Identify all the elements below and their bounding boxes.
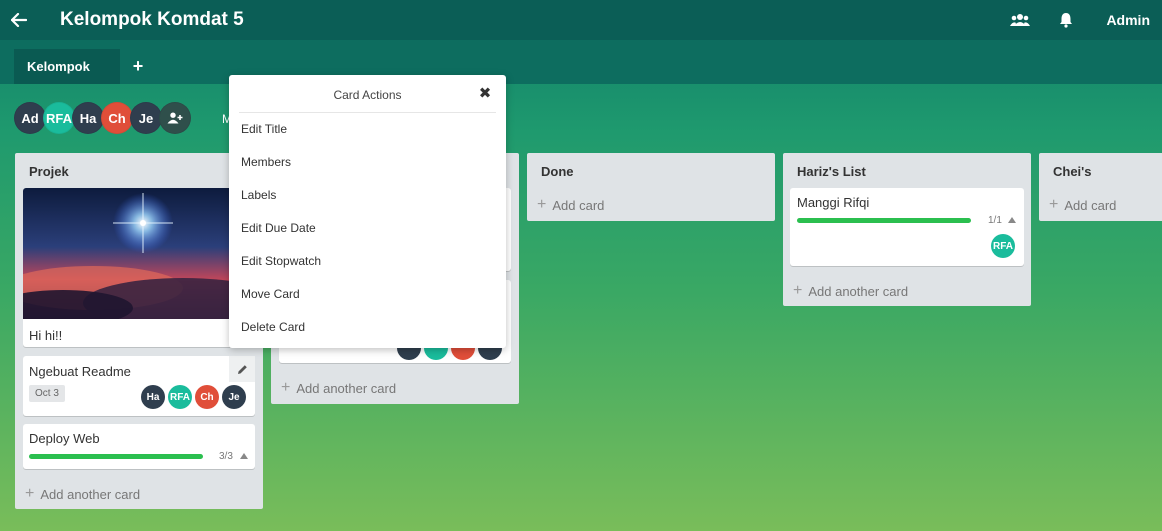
menu-edit-stopwatch[interactable]: Edit Stopwatch [229, 247, 506, 275]
add-card-label: Add another card [40, 486, 141, 502]
card-title: Deploy Web [29, 431, 100, 446]
member-avatar[interactable]: Ch [101, 102, 133, 134]
add-member-button[interactable] [159, 102, 191, 134]
list-chei: Chei's + Add card [1039, 153, 1162, 221]
list-title[interactable]: Projek [15, 153, 263, 187]
card-ngebuat-readme[interactable]: Ngebuat Readme Oct 3 Ha RFA Ch Je [23, 356, 255, 416]
board-members: Ad RFA Ha Ch Je [14, 102, 191, 134]
tab-bar: Kelompok + [0, 40, 1162, 84]
list-title[interactable]: Done [527, 153, 775, 187]
user-menu[interactable]: Admin [1106, 12, 1150, 28]
plus-icon: + [793, 282, 803, 299]
top-right-actions: Admin [1006, 0, 1150, 40]
add-card-button[interactable]: + Add another card [25, 485, 140, 503]
close-popup-button[interactable]: ✖ [476, 84, 494, 102]
due-date-badge: Oct 3 [29, 385, 65, 402]
plus-icon: + [1049, 196, 1059, 213]
card-title: Hi hi!! [29, 328, 63, 343]
card-member-avatar: RFA [991, 234, 1015, 258]
caret-up-icon[interactable] [240, 453, 248, 459]
add-card-label: Add another card [296, 380, 397, 396]
bell-icon [1060, 13, 1073, 28]
top-bar: Kelompok Komdat 5 Admin [0, 0, 1162, 40]
popup-divider [239, 112, 496, 113]
card-title: Ngebuat Readme [29, 364, 131, 379]
add-member-icon [167, 112, 183, 124]
add-card-button[interactable]: + Add card [537, 196, 604, 214]
checklist-count: 3/3 [219, 451, 233, 462]
pencil-icon [237, 364, 247, 374]
add-tab-button[interactable]: + [128, 56, 148, 77]
card-hi-hi[interactable]: Hi hi!! [23, 188, 255, 347]
plus-icon: + [537, 196, 547, 213]
menu-edit-due-date[interactable]: Edit Due Date [229, 214, 506, 242]
menu-members[interactable]: Members [229, 148, 506, 176]
popup-title: Card Actions [333, 88, 402, 102]
menu-edit-title[interactable]: Edit Title [229, 115, 506, 143]
card-member-avatar: Ha [141, 385, 165, 409]
add-card-button[interactable]: + Add card [1049, 196, 1116, 214]
checklist-progress-bar [29, 454, 203, 459]
list-projek: Projek Hi hi!! Ngebuat Readme Oct 3 Ha R… [15, 153, 263, 509]
back-button[interactable] [0, 3, 38, 37]
caret-up-icon[interactable] [1008, 217, 1016, 223]
close-icon: ✖ [478, 85, 492, 102]
card-manggi-rifqi[interactable]: Manggi Rifqi 1/1 RFA [790, 188, 1024, 266]
menu-labels[interactable]: Labels [229, 181, 506, 209]
card-title: Manggi Rifqi [797, 195, 870, 210]
notification-button[interactable] [1052, 6, 1080, 34]
card-member-avatar: Ch [195, 385, 219, 409]
tab-kelompok[interactable]: Kelompok [14, 49, 120, 84]
checklist-progress-bar [797, 218, 971, 223]
list-done: Done + Add card [527, 153, 775, 221]
board-title: Kelompok Komdat 5 [60, 9, 244, 30]
card-deploy-web[interactable]: Deploy Web 3/3 [23, 424, 255, 469]
list-title[interactable]: Chei's [1039, 153, 1162, 187]
card-member-avatar: RFA [168, 385, 192, 409]
card-member-avatar: Je [222, 385, 246, 409]
card-cover-image [23, 188, 255, 319]
card-actions-popup: Card Actions ✖ Edit Title Members Labels… [229, 75, 506, 348]
plus-icon: + [281, 379, 291, 396]
list-hariz: Hariz's List Manggi Rifqi 1/1 RFA + Add … [783, 153, 1031, 306]
member-avatar[interactable]: Je [130, 102, 162, 134]
menu-move-card[interactable]: Move Card [229, 280, 506, 308]
member-avatar[interactable]: Ha [72, 102, 104, 134]
menu-delete-card[interactable]: Delete Card [229, 313, 506, 341]
member-avatar[interactable]: RFA [43, 102, 75, 134]
edit-card-button[interactable] [229, 356, 255, 382]
checklist-count: 1/1 [988, 215, 1002, 226]
add-card-button[interactable]: + Add another card [281, 379, 396, 397]
plus-icon: + [25, 485, 35, 502]
list-title[interactable]: Hariz's List [783, 153, 1031, 187]
team-icon [1010, 14, 1031, 26]
back-arrow-icon [11, 13, 27, 27]
add-card-label: Add card [1064, 197, 1117, 213]
team-button[interactable] [1006, 6, 1034, 34]
add-card-label: Add another card [808, 283, 909, 299]
add-card-button[interactable]: + Add another card [793, 282, 908, 300]
member-avatar[interactable]: Ad [14, 102, 46, 134]
add-card-label: Add card [552, 197, 605, 213]
